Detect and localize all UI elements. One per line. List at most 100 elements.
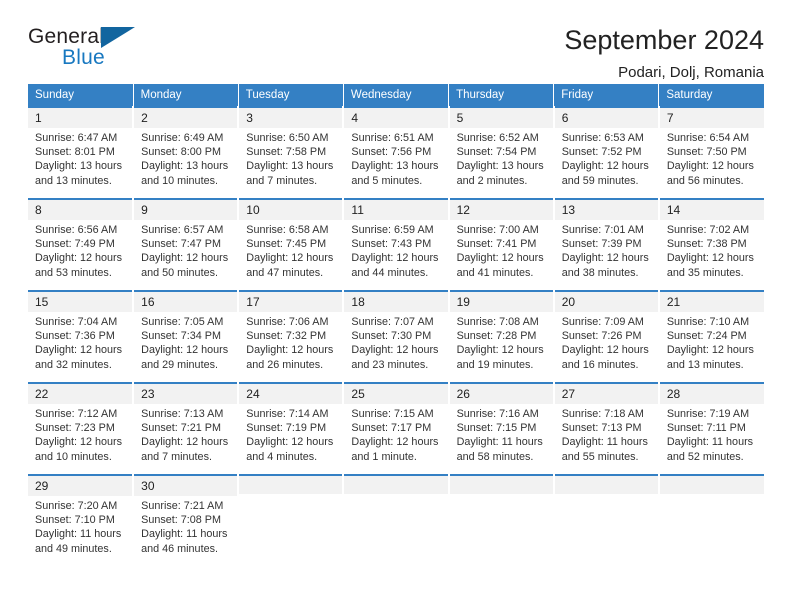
weekday-header-thursday: Thursday [448,84,555,107]
day-cell[interactable]: 13 Sunrise: 7:01 AM Sunset: 7:39 PM Dayligh… [553,198,660,291]
day-cell[interactable]: 2 Sunrise: 6:49 AM Sunset: 8:00 PM Daylight… [133,106,240,199]
daylight-text-line1: Daylight: 12 hours [456,252,544,265]
daylight-text-line2: and 50 minutes. [141,266,218,279]
day-details [344,494,447,498]
calendar-page: General Blue September 2024 Podari, Dolj… [0,0,792,612]
day-cell[interactable]: 8 Sunrise: 6:56 AM Sunset: 7:49 PM Daylight… [28,198,135,291]
day-number: 14 [659,200,764,220]
sunset-text: Sunset: 7:38 PM [666,237,747,250]
day-cell[interactable]: 5 Sunrise: 6:52 AM Sunset: 7:54 PM Daylight… [448,106,555,199]
daylight-text-line2: and 5 minutes. [351,174,423,187]
day-cell-empty [238,474,345,564]
daylight-text-line1: Daylight: 13 hours [141,160,229,173]
day-cell[interactable]: 6 Sunrise: 6:53 AM Sunset: 7:52 PM Daylight… [553,106,660,199]
day-number: 30 [134,476,238,496]
day-cell[interactable]: 20 Sunrise: 7:09 AM Sunset: 7:26 PM Dayligh… [553,290,660,383]
day-cell[interactable]: 21 Sunrise: 7:10 AM Sunset: 7:24 PM Dayligh… [658,290,764,383]
calendar-week-row: 22 Sunrise: 7:12 AM Sunset: 7:23 PM Dayligh… [28,382,764,475]
daylight-text-line2: and 29 minutes. [141,358,218,371]
sunset-text: Sunset: 7:08 PM [141,513,221,526]
day-cell[interactable]: 24 Sunrise: 7:14 AM Sunset: 7:19 PM Dayligh… [238,382,345,475]
daylight-text-line1: Daylight: 12 hours [35,436,123,449]
day-cell[interactable]: 29 Sunrise: 7:20 AM Sunset: 7:10 PM Dayligh… [28,474,135,564]
sunrise-text: Sunrise: 6:47 AM [35,131,118,144]
day-number: 26 [449,384,553,404]
day-cell[interactable]: 17 Sunrise: 7:06 AM Sunset: 7:32 PM Dayligh… [238,290,345,383]
daylight-text-line2: and 53 minutes. [35,266,112,279]
day-number: 11 [344,200,448,220]
sunrise-text: Sunrise: 7:10 AM [666,315,750,328]
daylight-text-line2: and 13 minutes. [666,358,744,371]
day-number: 20 [554,292,658,312]
day-cell[interactable]: 4 Sunrise: 6:51 AM Sunset: 7:56 PM Daylight… [343,106,450,199]
day-details: Sunrise: 7:16 AM Sunset: 7:15 PM Daylight:… [450,404,553,464]
daylight-text-line1: Daylight: 11 hours [666,436,754,449]
day-cell[interactable]: 30 Sunrise: 7:21 AM Sunset: 7:08 PM Dayligh… [133,474,240,564]
sunset-text: Sunset: 7:41 PM [456,237,537,250]
daylight-text-line1: Daylight: 12 hours [246,252,334,265]
day-cell[interactable]: 9 Sunrise: 6:57 AM Sunset: 7:47 PM Daylight… [133,198,240,291]
day-cell[interactable]: 14 Sunrise: 7:02 AM Sunset: 7:38 PM Dayligh… [658,198,764,291]
page-subtitle: Podari, Dolj, Romania [618,63,764,81]
day-cell[interactable]: 23 Sunrise: 7:13 AM Sunset: 7:21 PM Dayligh… [133,382,240,475]
weekday-header-monday: Monday [133,84,239,107]
day-details: Sunrise: 7:10 AM Sunset: 7:24 PM Daylight:… [660,312,764,372]
day-cell[interactable]: 28 Sunrise: 7:19 AM Sunset: 7:11 PM Dayligh… [658,382,764,475]
day-cell[interactable]: 22 Sunrise: 7:12 AM Sunset: 7:23 PM Dayligh… [28,382,135,475]
daylight-text-line2: and 59 minutes. [561,174,639,187]
daylight-text-line2: and 52 minutes. [666,450,744,463]
daylight-text-line2: and 13 minutes. [35,174,112,187]
day-number [554,476,658,494]
day-details: Sunrise: 6:57 AM Sunset: 7:47 PM Daylight:… [134,220,237,280]
day-cell-empty [553,474,660,564]
day-details: Sunrise: 7:02 AM Sunset: 7:38 PM Daylight:… [660,220,764,280]
day-cell[interactable]: 18 Sunrise: 7:07 AM Sunset: 7:30 PM Dayligh… [343,290,450,383]
day-cell[interactable]: 27 Sunrise: 7:18 AM Sunset: 7:13 PM Dayligh… [553,382,660,475]
day-cell[interactable]: 11 Sunrise: 6:59 AM Sunset: 7:43 PM Dayligh… [343,198,450,291]
day-number: 23 [134,384,238,404]
day-cell[interactable]: 12 Sunrise: 7:00 AM Sunset: 7:41 PM Dayligh… [448,198,555,291]
sunrise-text: Sunrise: 7:21 AM [141,499,224,512]
sunset-text: Sunset: 7:58 PM [246,145,327,158]
general-blue-logo[interactable]: General Blue [28,26,148,78]
sunset-text: Sunset: 7:24 PM [666,329,747,342]
daylight-text-line2: and 55 minutes. [561,450,639,463]
daylight-text-line2: and 16 minutes. [561,358,639,371]
day-cell[interactable]: 19 Sunrise: 7:08 AM Sunset: 7:28 PM Dayligh… [448,290,555,383]
day-number: 27 [554,384,658,404]
day-cell[interactable]: 1 Sunrise: 6:47 AM Sunset: 8:01 PM Daylight… [28,106,135,199]
calendar-week-row: 29 Sunrise: 7:20 AM Sunset: 7:10 PM Dayligh… [28,474,764,564]
day-cell[interactable]: 16 Sunrise: 7:05 AM Sunset: 7:34 PM Dayligh… [133,290,240,383]
sunrise-text: Sunrise: 7:18 AM [561,407,644,420]
day-cell[interactable]: 7 Sunrise: 6:54 AM Sunset: 7:50 PM Daylight… [658,106,764,199]
sunset-text: Sunset: 7:34 PM [141,329,221,342]
day-cell[interactable]: 10 Sunrise: 6:58 AM Sunset: 7:45 PM Dayligh… [238,198,345,291]
sunset-text: Sunset: 7:32 PM [246,329,327,342]
day-details: Sunrise: 7:05 AM Sunset: 7:34 PM Daylight:… [134,312,237,372]
daylight-text-line2: and 19 minutes. [456,358,534,371]
daylight-text-line2: and 49 minutes. [35,542,112,555]
daylight-text-line2: and 26 minutes. [246,358,324,371]
sunset-text: Sunset: 7:19 PM [246,421,327,434]
sunset-text: Sunset: 7:52 PM [561,145,642,158]
day-details: Sunrise: 6:56 AM Sunset: 7:49 PM Daylight:… [28,220,132,280]
day-cell[interactable]: 25 Sunrise: 7:15 AM Sunset: 7:17 PM Dayligh… [343,382,450,475]
daylight-text-line1: Daylight: 12 hours [35,344,123,357]
sunset-text: Sunset: 7:21 PM [141,421,221,434]
sunrise-text: Sunrise: 7:08 AM [456,315,539,328]
sunrise-text: Sunrise: 7:06 AM [246,315,329,328]
daylight-text-line2: and 23 minutes. [351,358,429,371]
daylight-text-line1: Daylight: 12 hours [351,436,439,449]
day-details: Sunrise: 6:54 AM Sunset: 7:50 PM Daylight:… [660,128,764,188]
sunrise-text: Sunrise: 6:57 AM [141,223,224,236]
day-cell-empty [448,474,555,564]
daylight-text-line1: Daylight: 13 hours [35,160,123,173]
day-number: 6 [554,108,658,128]
sunrise-text: Sunrise: 7:14 AM [246,407,329,420]
day-cell[interactable]: 15 Sunrise: 7:04 AM Sunset: 7:36 PM Dayligh… [28,290,135,383]
sunset-text: Sunset: 7:15 PM [456,421,537,434]
sunrise-text: Sunrise: 7:00 AM [456,223,539,236]
day-cell[interactable]: 3 Sunrise: 6:50 AM Sunset: 7:58 PM Daylight… [238,106,345,199]
day-number [344,476,448,494]
day-cell[interactable]: 26 Sunrise: 7:16 AM Sunset: 7:15 PM Dayligh… [448,382,555,475]
